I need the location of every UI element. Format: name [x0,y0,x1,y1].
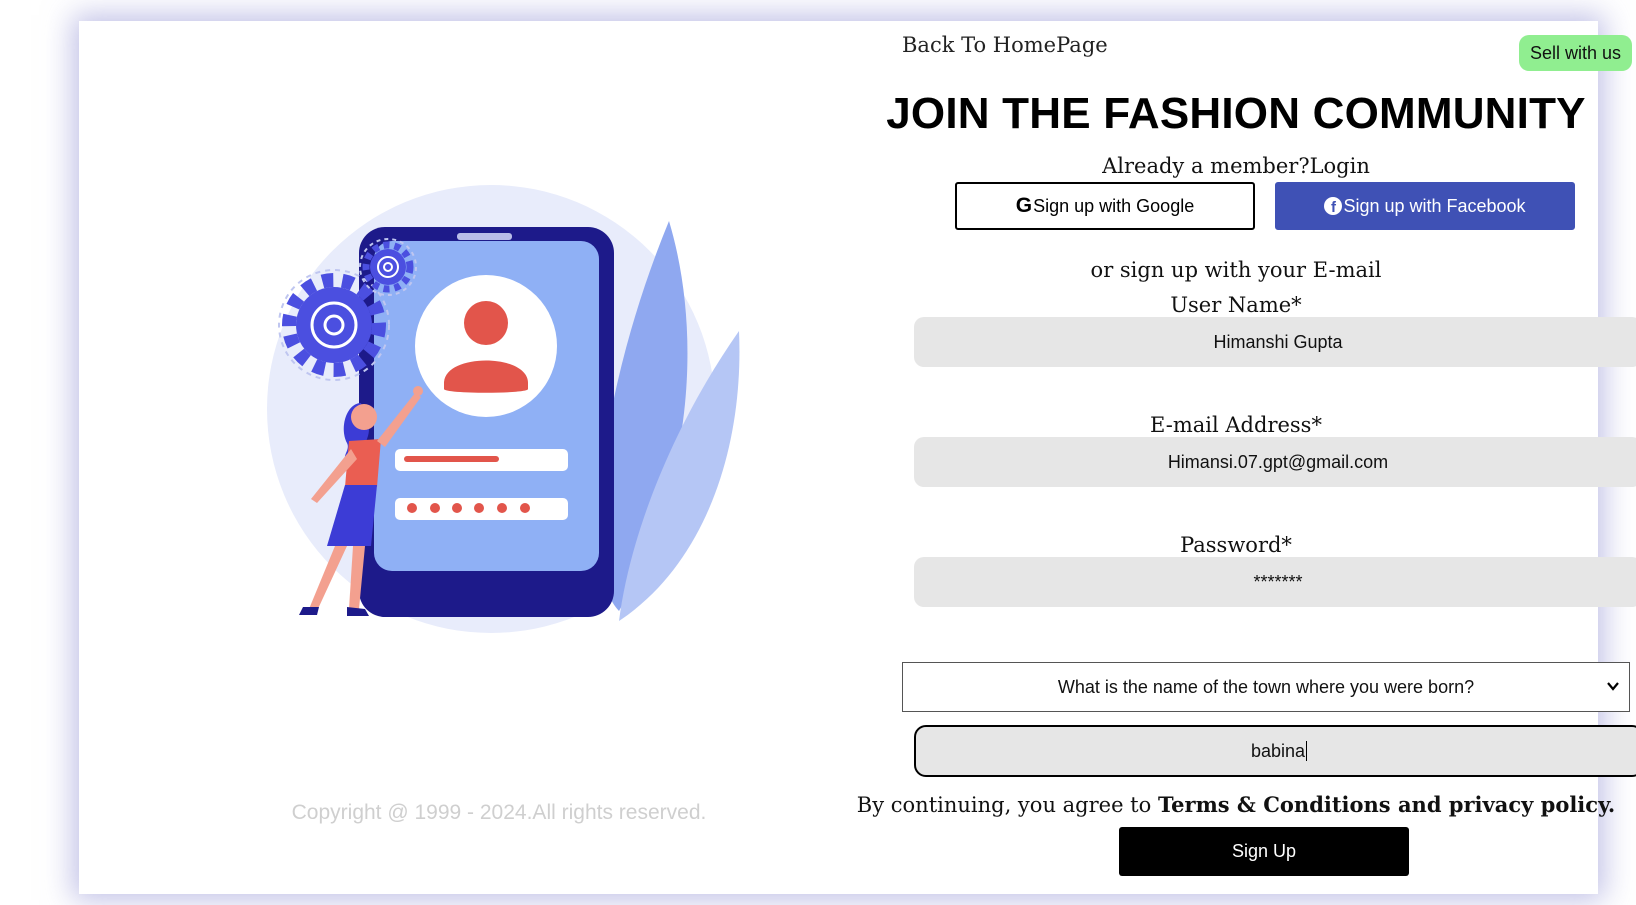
username-input[interactable] [914,317,1636,367]
phone-login-illustration [267,185,740,633]
already-member-line: Already a member?Login [819,154,1636,178]
avatar-circle [415,275,557,417]
email-label: E-mail Address* [1150,413,1322,437]
security-answer-input[interactable]: babina [914,725,1636,777]
sign-up-button[interactable]: Sign Up [1119,827,1409,876]
copyright-text: Copyright @ 1999 - 2024.All rights reser… [291,801,707,824]
text-caret [1306,741,1308,761]
phone-speaker [457,233,512,240]
google-signup-label: Sign up with Google [1033,195,1195,216]
facebook-signup-label: Sign up with Facebook [1343,195,1526,216]
security-answer-value: babina [1250,740,1306,761]
security-question-selected: What is the name of the town where you w… [1057,676,1475,697]
password-label: Password* [1180,533,1292,557]
page-frame: Copyright @ 1999 - 2024.All rights reser… [79,21,1636,894]
back-to-homepage-link[interactable]: Back To HomePage [902,33,1108,57]
chevron-down-icon [1607,682,1619,691]
sell-with-us-button[interactable]: Sell with us [1519,35,1632,71]
username-label: User Name* [1170,293,1302,317]
google-signup-button[interactable]: G Sign up with Google [955,182,1255,230]
password-input[interactable] [914,557,1636,607]
terms-link[interactable]: Terms & Conditions and privacy policy. [1158,792,1615,817]
login-link[interactable]: Login [1310,154,1370,178]
left-panel: Copyright @ 1999 - 2024.All rights reser… [79,21,819,894]
right-panel: Back To HomePage Sell with us JOIN THE F… [819,21,1636,894]
security-question-select[interactable]: What is the name of the town where you w… [902,662,1630,712]
terms-prefix: By continuing, you agree to [856,793,1158,817]
page-title: JOIN THE FASHION COMMUNITY [886,89,1586,138]
member-prompt: Already a member? [1102,154,1310,178]
avatar-head [464,301,508,345]
username-line [404,456,499,462]
facebook-signup-button[interactable]: f Sign up with Facebook [1275,182,1575,230]
facebook-icon: f [1324,197,1343,215]
terms-line: By continuing, you agree to Terms & Cond… [819,792,1636,817]
or-signup-email-text: or sign up with your E-mail [1090,258,1382,282]
google-icon: G [1015,194,1033,217]
email-input[interactable] [914,437,1636,487]
